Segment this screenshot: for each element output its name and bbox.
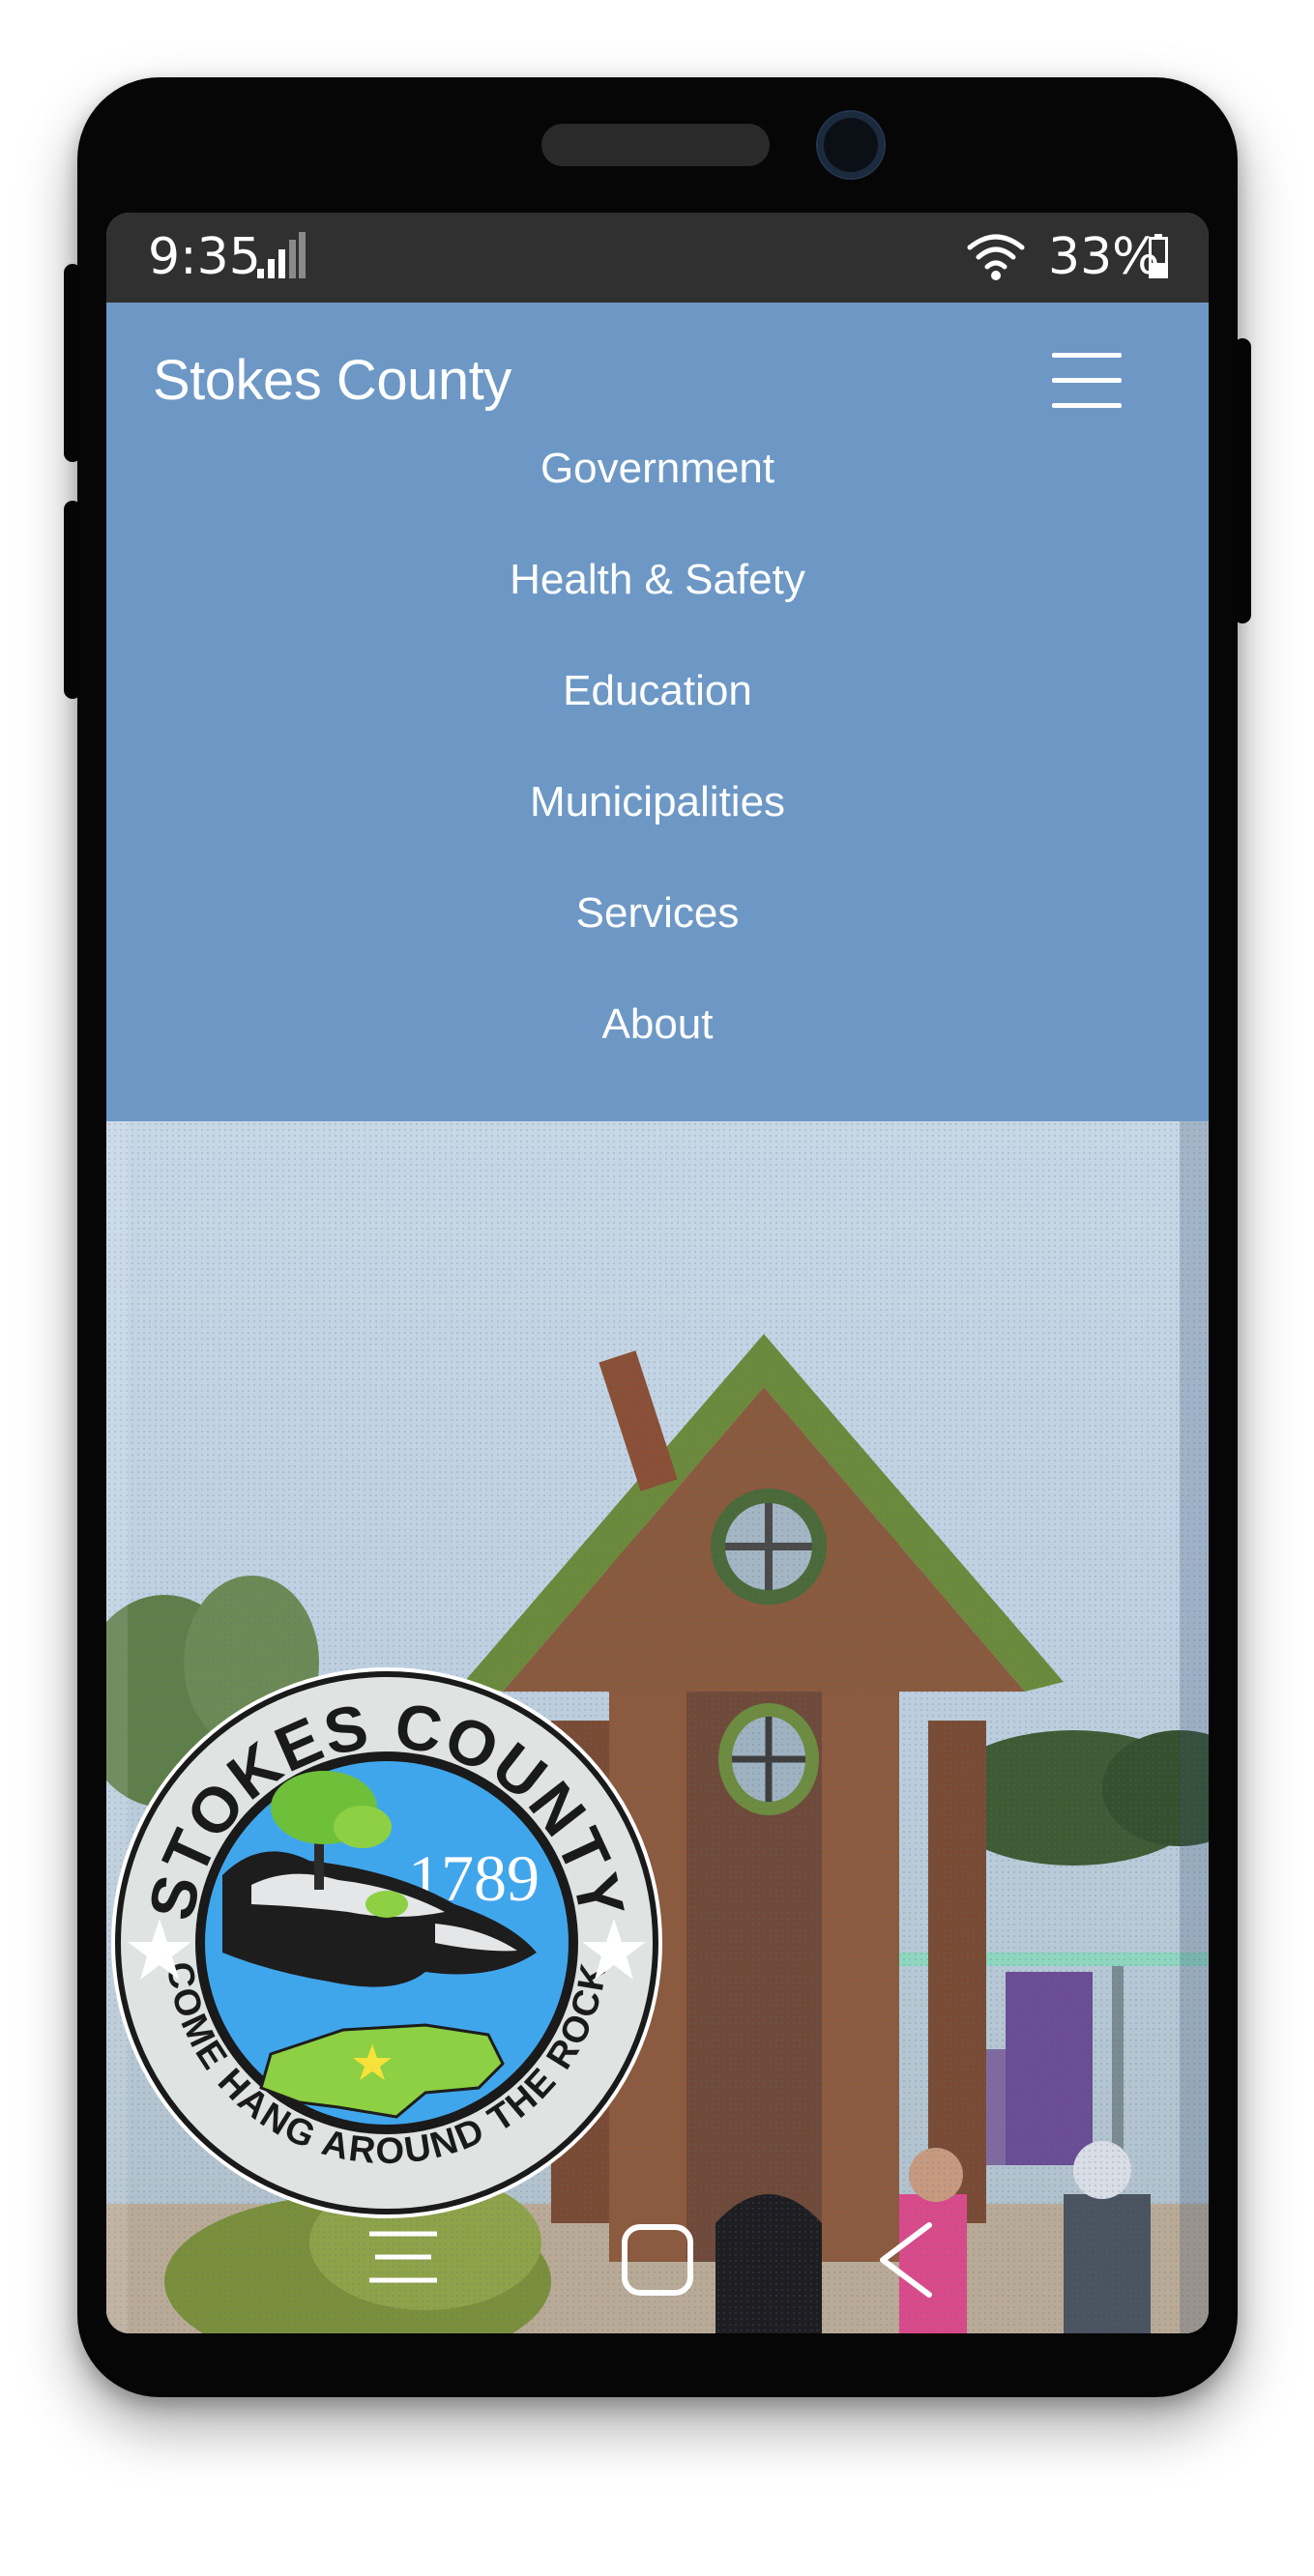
back-icon[interactable] — [875, 2221, 937, 2299]
hamburger-menu-icon[interactable] — [1052, 353, 1125, 411]
site-brand[interactable]: Stokes County — [153, 349, 511, 413]
menu-item-education[interactable]: Education — [106, 670, 1209, 781]
phone-side-button-upper — [64, 264, 81, 462]
wifi-icon — [967, 232, 1025, 285]
menu-item-government[interactable]: Government — [106, 448, 1209, 559]
menu-item-municipalities[interactable]: Municipalities — [106, 781, 1209, 892]
screen: 9:35 33% Stokes County Government Health… — [106, 213, 1209, 2333]
hero-image: STOKES COUNTY COME HANG AROUND THE ROCK … — [106, 1121, 1209, 2333]
signal-icon — [257, 232, 306, 283]
menu-item-health-safety[interactable]: Health & Safety — [106, 559, 1209, 670]
front-camera — [818, 112, 884, 178]
recents-icon[interactable] — [365, 2228, 443, 2286]
battery-percentage: 33% — [1048, 228, 1160, 286]
phone-speaker — [541, 124, 770, 166]
phone-power-button — [1234, 338, 1251, 623]
menu-item-about[interactable]: About — [106, 1003, 1209, 1114]
phone-frame: 9:35 33% Stokes County Government Health… — [64, 77, 1251, 2397]
main-menu: Government Health & Safety Education Mun… — [106, 448, 1209, 1114]
menu-item-services[interactable]: Services — [106, 892, 1209, 1003]
home-icon[interactable] — [621, 2223, 694, 2297]
status-time: 9:35 — [148, 228, 261, 286]
status-bar: 9:35 33% — [106, 213, 1209, 303]
site-navbar: Stokes County Government Health & Safety… — [106, 303, 1209, 1121]
battery-icon — [1149, 234, 1168, 283]
phone-side-button-lower — [64, 501, 81, 699]
screen-edge-shade — [1180, 1121, 1209, 2333]
